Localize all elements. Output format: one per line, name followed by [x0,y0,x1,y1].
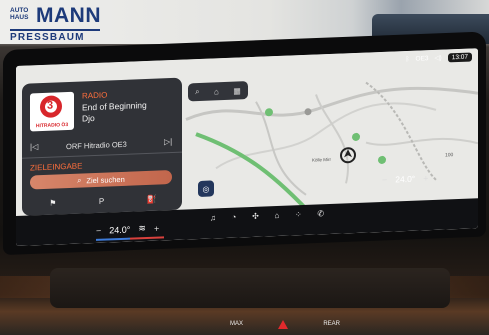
map-scale: 100 [445,152,454,159]
temp-right: 24.0° [395,173,416,185]
song-title: End of Beginning [82,99,147,113]
home-pin-icon[interactable]: ⌂ [214,87,219,96]
infotainment-screen: ᛒ OE3 ◁) 13:07 3 HITRADIO Ö3 RADIO End o… [16,48,478,246]
divider [22,151,182,159]
destination-search-input[interactable]: ⌕ Ziel suchen [30,170,172,190]
temp-left: 24.0° [109,224,131,235]
building-icon[interactable]: ▦ [233,86,241,95]
console-buttons: MAX REAR [230,315,340,333]
dealer-logo: AUTO HAUS MANN PRESSBAUM [10,4,101,43]
music-icon[interactable]: ♫ [210,213,216,222]
station-name: ORF Hitradio OE3 [66,139,127,152]
fuel-icon[interactable]: ⛽ [147,194,157,203]
climate-right: − 24.0° + [382,173,428,185]
search-placeholder: Ziel suchen [86,174,125,185]
temp-down-right[interactable]: − [382,175,387,185]
temp-up-left[interactable]: + [154,223,159,233]
search-icon[interactable]: ⌕ [195,87,199,97]
fan-icon[interactable]: ✣ [252,211,259,220]
skip-forward-icon[interactable]: ▷| [164,137,172,146]
apps-icon[interactable]: ⁘ [295,210,302,219]
temp-down-left[interactable]: − [96,225,101,235]
search-icon: ⌕ [77,175,82,185]
station-logo: 3 HITRADIO Ö3 [30,91,74,132]
max-defrost-button[interactable]: MAX [230,321,243,327]
media-nav-card: 3 HITRADIO Ö3 RADIO End of Beginning Djo… [22,77,182,216]
destination-label: ZIELEINGABE [30,161,83,173]
media-source-label[interactable]: RADIO [82,90,107,100]
center-console [50,268,450,308]
parking-button[interactable]: P [99,196,104,205]
seat-heat-icon[interactable]: ≋ [138,223,146,234]
map-toolbar: ⌕ ⌂ ▦ [188,81,248,102]
flag-icon[interactable]: ⚑ [49,198,56,207]
quick-destination-row: ⚑ P ⛽ [28,190,178,212]
skip-back-icon[interactable]: |◁ [30,142,38,151]
bluetooth-icon: ᛒ [405,55,410,63]
clock: 13:07 [447,51,472,62]
rear-defrost-button[interactable]: REAR [323,321,340,327]
volume-icon: ◁) [434,54,442,62]
radio-status: OE3 [415,54,429,63]
compass-icon[interactable]: ◎ [198,180,214,198]
artist-name: Djo [82,112,95,124]
phone-icon[interactable]: ✆ [317,209,324,218]
hazard-button[interactable] [278,319,289,329]
navigation-icon[interactable]: ◔ [232,212,237,221]
home-icon[interactable]: ⌂ [274,210,279,219]
map-town-label: Kölle Mirr [312,156,332,163]
temp-up-right[interactable]: + [423,173,428,183]
